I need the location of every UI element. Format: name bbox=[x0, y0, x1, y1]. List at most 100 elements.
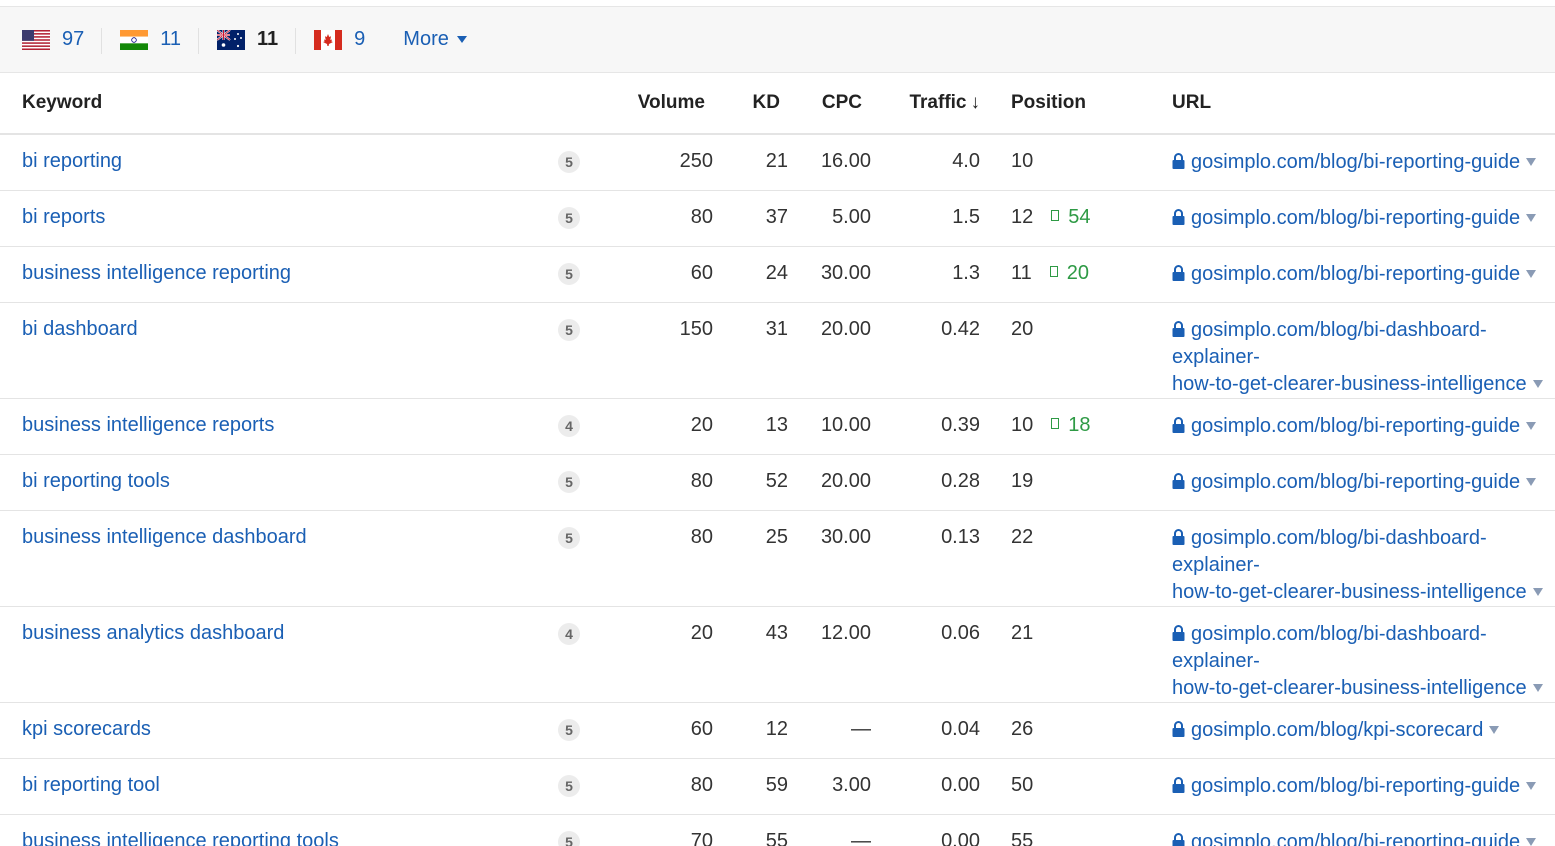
volume-cell: 150 bbox=[602, 302, 713, 399]
traffic-cell: 0.00 bbox=[871, 758, 980, 815]
serp-features-cell: 5 bbox=[558, 134, 602, 191]
keyword-link[interactable]: bi reporting tools bbox=[22, 470, 170, 492]
url-line-1: gosimplo.com/blog/bi-reporting-guide bbox=[1191, 151, 1521, 173]
url-link[interactable]: gosimplo.com/blog/bi-reporting-guide bbox=[1172, 263, 1520, 285]
url-dropdown-caret-icon[interactable] bbox=[1532, 588, 1543, 596]
traffic-cell: 0.04 bbox=[871, 702, 980, 759]
table-row: business intelligence reporting tools 5 … bbox=[0, 814, 1555, 846]
traffic-cell: 0.06 bbox=[871, 606, 980, 703]
url-dropdown-caret-icon[interactable] bbox=[1526, 838, 1537, 846]
serp-features-badge[interactable]: 5 bbox=[558, 775, 580, 797]
url-dropdown-caret-icon[interactable] bbox=[1532, 684, 1543, 692]
url-link[interactable]: gosimplo.com/blog/bi-dashboard-explainer… bbox=[1172, 527, 1527, 603]
serp-features-badge[interactable]: 5 bbox=[558, 207, 580, 229]
serp-features-badge[interactable]: 5 bbox=[558, 151, 580, 173]
more-countries-button[interactable]: More bbox=[403, 28, 467, 51]
country-filter-bar: 97 11 11 9 More bbox=[0, 7, 1555, 73]
url-link[interactable]: gosimplo.com/blog/bi-reporting-guide bbox=[1172, 831, 1520, 846]
url-dropdown-caret-icon[interactable] bbox=[1526, 422, 1537, 430]
url-link[interactable]: gosimplo.com/blog/bi-reporting-guide bbox=[1172, 207, 1520, 229]
traffic-cell: 0.42 bbox=[871, 302, 980, 399]
traffic-cell: 4.0 bbox=[871, 134, 980, 191]
header-traffic[interactable]: Traffic ↓ bbox=[871, 73, 980, 135]
header-url[interactable]: URL bbox=[1172, 73, 1555, 135]
volume-value: 80 bbox=[690, 470, 713, 492]
kd-value: 59 bbox=[765, 774, 788, 796]
serp-features-badge[interactable]: 5 bbox=[558, 719, 580, 741]
keyword-link[interactable]: bi reports bbox=[22, 206, 105, 228]
keyword-link[interactable]: business intelligence dashboard bbox=[22, 526, 307, 548]
keyword-cell: bi reporting bbox=[0, 134, 558, 191]
header-kd[interactable]: KD bbox=[713, 73, 788, 135]
kd-value: 43 bbox=[765, 622, 788, 644]
table-header-row: Keyword Volume KD CPC Traffic ↓ Position … bbox=[0, 73, 1555, 135]
position-cell: 10 18 bbox=[980, 398, 1172, 455]
serp-features-badge[interactable]: 5 bbox=[558, 263, 580, 285]
keyword-cell: business intelligence reports bbox=[0, 398, 558, 455]
traffic-cell: 0.39 bbox=[871, 398, 980, 455]
kd-value: 21 bbox=[765, 150, 788, 172]
header-position[interactable]: Position bbox=[980, 73, 1172, 135]
serp-features-badge[interactable]: 5 bbox=[558, 831, 580, 846]
url-link[interactable]: gosimplo.com/blog/bi-dashboard-explainer… bbox=[1172, 319, 1527, 395]
kd-cell: 12 bbox=[713, 702, 788, 759]
country-au[interactable]: 11 bbox=[217, 7, 297, 72]
cpc-value: — bbox=[851, 718, 871, 740]
url-dropdown-caret-icon[interactable] bbox=[1526, 214, 1537, 222]
table-row: business analytics dashboard 4 20 43 12.… bbox=[0, 606, 1555, 703]
keyword-link[interactable]: bi dashboard bbox=[22, 318, 138, 340]
position-value: 21 bbox=[1011, 622, 1034, 644]
url-cell: gosimplo.com/blog/kpi-scorecard bbox=[1172, 702, 1555, 759]
cpc-cell: 20.00 bbox=[788, 454, 871, 511]
url-dropdown-caret-icon[interactable] bbox=[1526, 478, 1537, 486]
url-link[interactable]: gosimplo.com/blog/kpi-scorecard bbox=[1172, 719, 1483, 741]
header-volume[interactable]: Volume bbox=[602, 73, 713, 135]
volume-cell: 80 bbox=[602, 454, 713, 511]
keyword-link[interactable]: bi reporting bbox=[22, 150, 122, 172]
url-dropdown-caret-icon[interactable] bbox=[1526, 158, 1537, 166]
header-cpc[interactable]: CPC bbox=[788, 73, 871, 135]
header-keyword[interactable]: Keyword bbox=[0, 73, 558, 135]
url-link[interactable]: gosimplo.com/blog/bi-dashboard-explainer… bbox=[1172, 623, 1527, 699]
kd-value: 52 bbox=[765, 470, 788, 492]
serp-features-badge[interactable]: 4 bbox=[558, 415, 580, 437]
url-link[interactable]: gosimplo.com/blog/bi-reporting-guide bbox=[1172, 415, 1520, 437]
url-dropdown-caret-icon[interactable] bbox=[1526, 270, 1537, 278]
position-change: 20 bbox=[1049, 262, 1089, 284]
url-dropdown-caret-icon[interactable] bbox=[1526, 782, 1537, 790]
serp-features-cell: 5 bbox=[558, 302, 602, 399]
position-value: 55 bbox=[1011, 830, 1034, 846]
keyword-link[interactable]: business intelligence reporting bbox=[22, 262, 291, 284]
country-us[interactable]: 97 bbox=[22, 7, 103, 72]
url-link[interactable]: gosimplo.com/blog/bi-reporting-guide bbox=[1172, 471, 1520, 493]
url-link[interactable]: gosimplo.com/blog/bi-reporting-guide bbox=[1172, 151, 1520, 173]
url-cell: gosimplo.com/blog/bi-reporting-guide bbox=[1172, 398, 1555, 455]
keyword-link[interactable]: business analytics dashboard bbox=[22, 622, 284, 644]
url-link[interactable]: gosimplo.com/blog/bi-reporting-guide bbox=[1172, 775, 1520, 797]
kd-value: 24 bbox=[765, 262, 788, 284]
country-in[interactable]: 11 bbox=[120, 7, 199, 72]
serp-features-badge[interactable]: 5 bbox=[558, 527, 580, 549]
cpc-cell: 30.00 bbox=[788, 510, 871, 607]
keyword-link[interactable]: kpi scorecards bbox=[22, 718, 151, 740]
cpc-value: 20.00 bbox=[820, 318, 871, 340]
keywords-table: Keyword Volume KD CPC Traffic ↓ Position … bbox=[0, 73, 1555, 846]
url-dropdown-caret-icon[interactable] bbox=[1532, 380, 1543, 388]
url-cell: gosimplo.com/blog/bi-reporting-guide bbox=[1172, 246, 1555, 303]
keyword-link[interactable]: business intelligence reports bbox=[22, 414, 274, 436]
url-dropdown-caret-icon[interactable] bbox=[1489, 726, 1500, 734]
serp-features-badge[interactable]: 5 bbox=[558, 319, 580, 341]
serp-features-badge[interactable]: 5 bbox=[558, 471, 580, 493]
keyword-link[interactable]: bi reporting tool bbox=[22, 774, 160, 796]
keyword-cell: business intelligence dashboard bbox=[0, 510, 558, 607]
cpc-value: 16.00 bbox=[820, 150, 871, 172]
lock-icon bbox=[1172, 209, 1185, 225]
serp-features-badge[interactable]: 4 bbox=[558, 623, 580, 645]
keyword-link[interactable]: business intelligence reporting tools bbox=[22, 830, 339, 846]
serp-features-cell: 5 bbox=[558, 510, 602, 607]
traffic-cell: 1.5 bbox=[871, 190, 980, 247]
traffic-cell: 0.00 bbox=[871, 814, 980, 846]
country-ca[interactable]: 9 bbox=[314, 7, 383, 72]
header-volume-label: Volume bbox=[637, 92, 705, 113]
cpc-value: 30.00 bbox=[820, 526, 871, 548]
